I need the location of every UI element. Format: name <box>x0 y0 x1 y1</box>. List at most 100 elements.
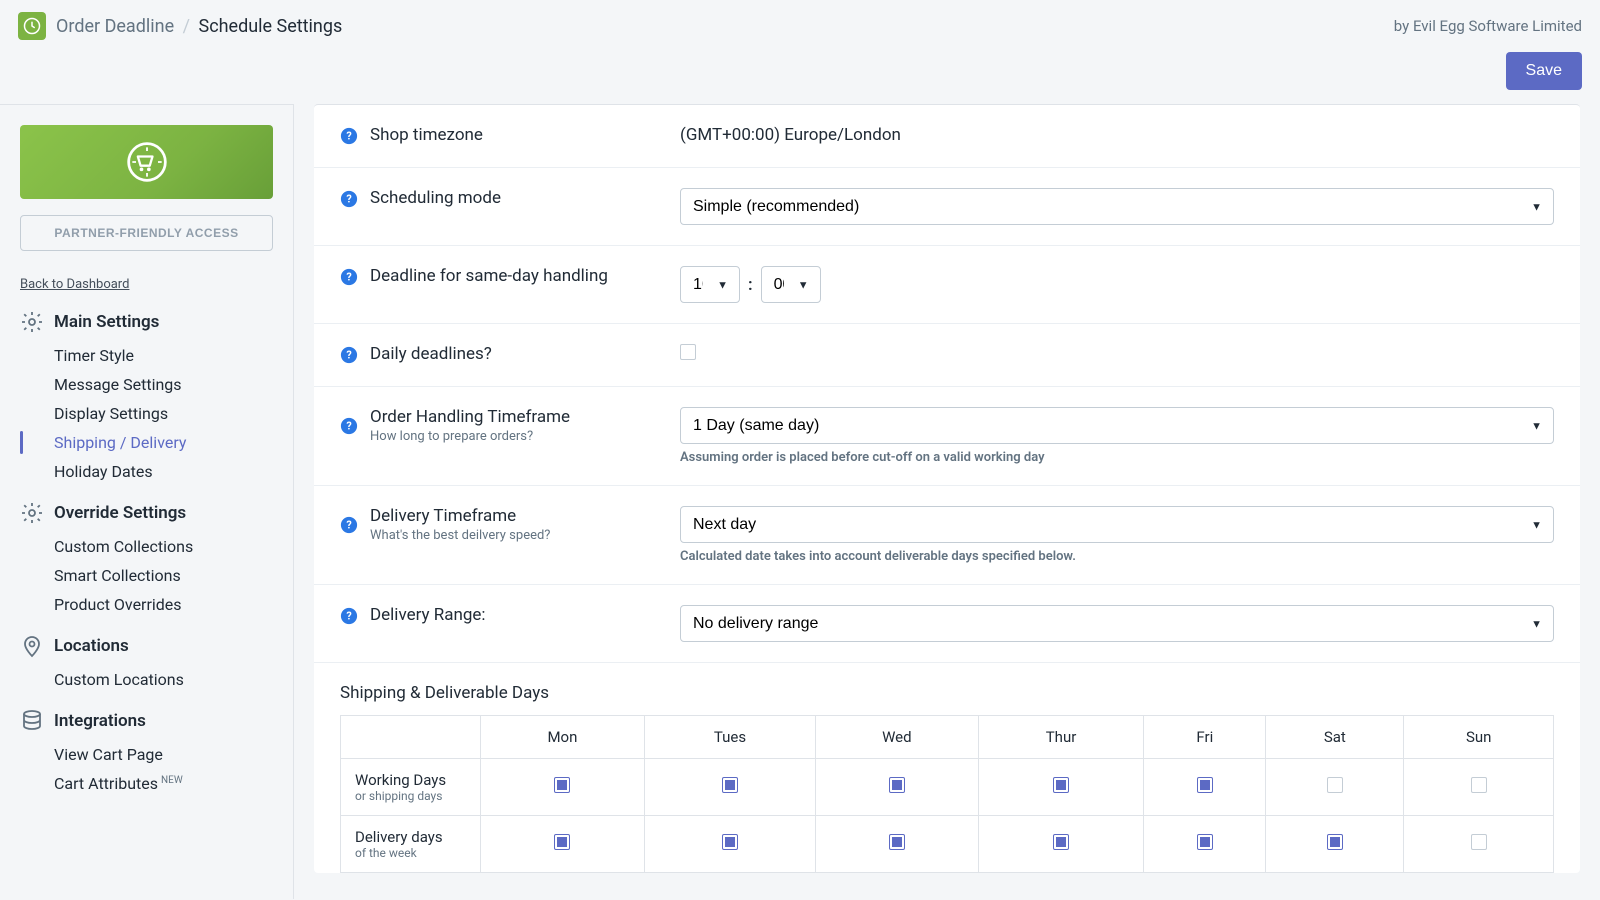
time-separator: : <box>748 275 753 295</box>
day-cell <box>1266 816 1404 873</box>
table-row: Working Daysor shipping days <box>341 759 1554 816</box>
day-checkbox[interactable] <box>554 777 570 793</box>
app-logo <box>18 12 46 40</box>
delivery-range-select[interactable]: No delivery range <box>680 605 1554 642</box>
logo-banner <box>20 125 273 199</box>
breadcrumb-parent[interactable]: Order Deadline <box>56 16 174 37</box>
delivery-timeframe-select[interactable]: Next day <box>680 506 1554 543</box>
cart-clock-icon <box>125 140 169 184</box>
content-panel: ? Shop timezone (GMT+00:00) Europe/Londo… <box>294 104 1600 899</box>
day-checkbox[interactable] <box>722 777 738 793</box>
row-range: ? Delivery Range: No delivery range <box>314 585 1580 663</box>
timezone-label: Shop timezone <box>370 125 680 145</box>
day-checkbox[interactable] <box>1197 834 1213 850</box>
day-header: Tues <box>644 716 815 759</box>
delivery-label: Delivery Timeframe <box>370 506 680 526</box>
nav-section-title: Main Settings <box>54 312 159 332</box>
day-checkbox[interactable] <box>1327 834 1343 850</box>
row-timezone: ? Shop timezone (GMT+00:00) Europe/Londo… <box>314 105 1580 168</box>
help-icon[interactable]: ? <box>340 417 360 437</box>
svg-text:?: ? <box>346 193 351 206</box>
breadcrumb: Order Deadline / Schedule Settings <box>56 16 342 37</box>
row-label: Working Days <box>355 771 470 789</box>
sidebar: PARTNER-FRIENDLY ACCESS Back to Dashboar… <box>0 104 294 899</box>
day-cell <box>644 759 815 816</box>
settings-card: ? Shop timezone (GMT+00:00) Europe/Londo… <box>314 104 1580 873</box>
help-icon[interactable]: ? <box>340 268 360 288</box>
day-cell <box>481 816 645 873</box>
day-header: Wed <box>816 716 978 759</box>
nav-section-header: Override Settings <box>20 501 273 525</box>
nav-items: View Cart Page Cart AttributesNEW <box>20 743 273 795</box>
row-deadline: ? Deadline for same-day handling 16 : 00 <box>314 246 1580 324</box>
nav-section: Override Settings Custom Collections Smart… <box>20 501 273 616</box>
help-icon[interactable]: ? <box>340 516 360 536</box>
day-checkbox[interactable] <box>722 834 738 850</box>
day-checkbox[interactable] <box>889 834 905 850</box>
help-icon[interactable]: ? <box>340 190 360 210</box>
sidebar-item-custom-locations[interactable]: Custom Locations <box>54 668 273 691</box>
day-cell <box>1266 759 1404 816</box>
day-cell <box>1144 816 1266 873</box>
sidebar-item-message-settings[interactable]: Message Settings <box>54 373 273 396</box>
day-header: Mon <box>481 716 645 759</box>
sidebar-item-view-cart-page[interactable]: View Cart Page <box>54 743 273 766</box>
nav-section: Main Settings Timer Style Message Settings… <box>20 310 273 483</box>
handling-timeframe-select[interactable]: 1 Day (same day) <box>680 407 1554 444</box>
sidebar-item-holiday-dates[interactable]: Holiday Dates <box>54 460 273 483</box>
day-cell <box>1144 759 1266 816</box>
sidebar-item-custom-collections[interactable]: Custom Collections <box>54 535 273 558</box>
nav-section-header: Integrations <box>20 709 273 733</box>
day-cell <box>816 759 978 816</box>
day-header: Sat <box>1266 716 1404 759</box>
svg-text:?: ? <box>346 349 351 362</box>
nav-section-title: Override Settings <box>54 503 186 523</box>
help-icon[interactable]: ? <box>340 346 360 366</box>
row-delivery: ? Delivery Timeframe What's the best dei… <box>314 486 1580 585</box>
nav-items: Custom Locations <box>20 668 273 691</box>
day-checkbox[interactable] <box>554 834 570 850</box>
row-label-cell: Delivery daysof the week <box>341 816 481 873</box>
partner-access-button[interactable]: PARTNER-FRIENDLY ACCESS <box>20 215 273 251</box>
deadline-hour-select[interactable]: 16 <box>680 266 740 303</box>
back-to-dashboard-link[interactable]: Back to Dashboard <box>20 277 129 292</box>
days-table: MonTuesWedThurFriSatSun Working Daysor s… <box>340 715 1554 873</box>
svg-text:?: ? <box>346 519 351 532</box>
by-line: by Evil Egg Software Limited <box>1394 17 1582 35</box>
day-checkbox[interactable] <box>1197 777 1213 793</box>
sidebar-item-cart-attributes[interactable]: Cart AttributesNEW <box>54 772 273 795</box>
daily-deadlines-checkbox[interactable] <box>680 344 696 360</box>
day-checkbox[interactable] <box>1471 834 1487 850</box>
pin-icon <box>20 634 44 658</box>
main-layout: PARTNER-FRIENDLY ACCESS Back to Dashboar… <box>0 104 1600 899</box>
day-cell <box>978 759 1144 816</box>
row-handling: ? Order Handling Timeframe How long to p… <box>314 387 1580 486</box>
clock-cart-icon <box>23 17 41 35</box>
scheduling-mode-select[interactable]: Simple (recommended) <box>680 188 1554 225</box>
gear-icon <box>20 310 44 334</box>
row-label: Delivery days <box>355 828 470 846</box>
sidebar-item-shipping-delivery[interactable]: Shipping / Delivery <box>54 431 273 454</box>
day-header: Thur <box>978 716 1144 759</box>
day-checkbox[interactable] <box>1327 777 1343 793</box>
sidebar-item-product-overrides[interactable]: Product Overrides <box>54 593 273 616</box>
save-row: Save <box>0 52 1600 104</box>
day-cell <box>644 816 815 873</box>
day-checkbox[interactable] <box>1053 777 1069 793</box>
day-checkbox[interactable] <box>1053 834 1069 850</box>
day-checkbox[interactable] <box>889 777 905 793</box>
help-icon[interactable]: ? <box>340 607 360 627</box>
save-button[interactable]: Save <box>1506 52 1582 90</box>
sidebar-item-display-settings[interactable]: Display Settings <box>54 402 273 425</box>
deadline-minute-select[interactable]: 00 <box>761 266 821 303</box>
sidebar-item-smart-collections[interactable]: Smart Collections <box>54 564 273 587</box>
help-icon[interactable]: ? <box>340 127 360 147</box>
table-corner <box>341 716 481 759</box>
handling-label: Order Handling Timeframe <box>370 407 680 427</box>
day-checkbox[interactable] <box>1471 777 1487 793</box>
day-cell <box>978 816 1144 873</box>
nav-section-header: Main Settings <box>20 310 273 334</box>
svg-text:?: ? <box>346 130 351 143</box>
sidebar-item-timer-style[interactable]: Timer Style <box>54 344 273 367</box>
range-label: Delivery Range: <box>370 605 680 625</box>
